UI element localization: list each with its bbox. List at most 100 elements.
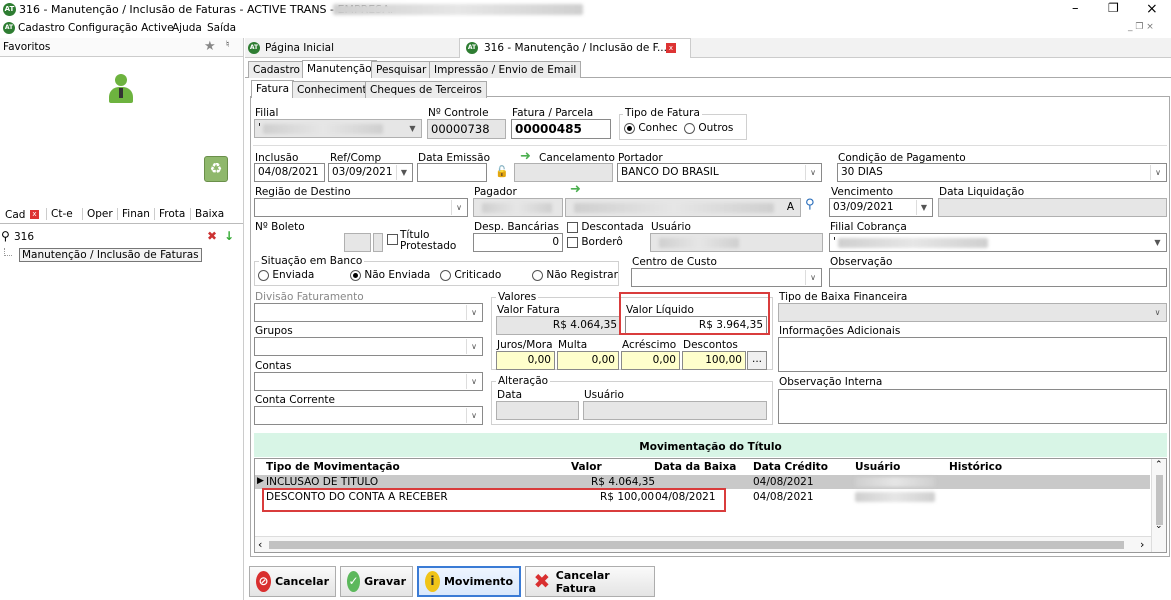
multa-field[interactable]: 0,00	[557, 351, 619, 370]
scroll-down-icon[interactable]: ⌄	[1155, 521, 1163, 531]
clear-search-icon[interactable]: ✖	[207, 229, 217, 243]
filial-cobranca-select[interactable]: ' ▼	[829, 233, 1167, 252]
favorites-header: Favoritos ★ ♮	[0, 38, 243, 57]
company-redacted	[333, 4, 583, 15]
pagador-arrow-icon[interactable]: ➜	[570, 182, 581, 197]
filial-select[interactable]: ' ▼	[254, 119, 422, 138]
tab-cte[interactable]: Ct-e	[46, 208, 73, 220]
scroll-left-icon[interactable]: ‹	[258, 538, 262, 551]
restore-icon[interactable]: ❐	[1108, 1, 1119, 15]
sit-criticado-radio[interactable]: Criticado	[440, 269, 501, 281]
alt-usuario-field	[583, 401, 767, 420]
close-tab-icon[interactable]: x	[666, 43, 676, 53]
col-historico[interactable]: Histórico	[949, 461, 1002, 473]
tab-cadastro[interactable]: Cadastro	[248, 61, 305, 78]
tab-current[interactable]: AT 316 - Manutenção / Inclusão de F... x	[459, 38, 691, 58]
regiao-select[interactable]: ∨	[254, 198, 468, 217]
minimize-icon[interactable]: –	[1072, 1, 1079, 16]
tab-cheques[interactable]: Cheques de Terceiros	[365, 81, 487, 98]
sidebar: Favoritos ★ ♮ ♻ Cad x Ct-e Oper Finan Fr…	[0, 38, 244, 600]
tab-finan[interactable]: Finan	[117, 208, 150, 220]
go-arrow-icon[interactable]: ↓	[224, 229, 234, 243]
col-valor[interactable]: Valor	[571, 461, 602, 473]
recycle-bin-icon[interactable]: ♻	[204, 156, 228, 182]
tab-frota[interactable]: Frota	[154, 208, 185, 220]
arrow-right-icon[interactable]: ➜	[520, 149, 531, 164]
sit-nao-registrar-radio[interactable]: Não Registrar	[532, 269, 618, 281]
tab-manutencao[interactable]: Manutenção	[302, 60, 377, 78]
portador-select[interactable]: BANCO DO BRASIL ∨	[617, 163, 822, 182]
app-logo-icon: AT	[3, 3, 16, 16]
vertical-scrollbar[interactable]: ⌃ ⌄	[1151, 459, 1166, 552]
centro-select[interactable]: ∨	[631, 268, 822, 287]
tab-impressao[interactable]: Impressão / Envio de Email	[429, 61, 582, 78]
tipo-outros-radio[interactable]: Outros	[684, 122, 733, 134]
observacao-field[interactable]	[829, 268, 1167, 287]
juros-field[interactable]: 0,00	[496, 351, 555, 370]
observacao-label: Observação	[830, 256, 893, 268]
tree-item[interactable]: Manutenção / Inclusão de Faturas	[19, 248, 202, 262]
col-baixa[interactable]: Data da Baixa	[654, 461, 736, 473]
col-usuario[interactable]: Usuário	[855, 461, 900, 473]
tab-pesquisar[interactable]: Pesquisar	[371, 61, 432, 78]
scroll-up-icon[interactable]: ⌃	[1155, 460, 1163, 470]
sit-enviada-radio[interactable]: Enviada	[258, 269, 314, 281]
vencimento-field[interactable]: 03/09/2021 ▼	[829, 198, 933, 217]
usuario-label: Usuário	[651, 221, 691, 233]
sit-nao-enviada-radio[interactable]: Não Enviada	[350, 269, 430, 281]
contas-select[interactable]: ∨	[254, 372, 483, 391]
tab-fatura[interactable]: Fatura	[251, 80, 295, 98]
descontada-check[interactable]: Descontada	[567, 221, 644, 233]
tab-cad[interactable]: Cad	[5, 209, 25, 221]
filial-label: Filial	[255, 107, 279, 119]
tab-oper[interactable]: Oper	[82, 208, 113, 220]
search-pagador-icon[interactable]: ⚲	[805, 197, 815, 212]
cancel-icon: ⊘	[256, 571, 272, 592]
mdi-controls[interactable]: _ ❐ ×	[1128, 22, 1154, 32]
emissao-field[interactable]	[417, 163, 487, 182]
tab-baixa[interactable]: Baixa	[190, 208, 224, 220]
tipo-conhec-radio[interactable]: Conhec	[624, 122, 678, 134]
valor-fatura-label: Valor Fatura	[497, 304, 560, 316]
acrescimo-field[interactable]: 0,00	[621, 351, 680, 370]
desp-field[interactable]: 0	[473, 233, 563, 252]
cancelar-button[interactable]: ⊘ Cancelar	[249, 566, 336, 597]
info-field[interactable]	[778, 337, 1167, 372]
cancelar-fatura-button[interactable]: ✖ Cancelar Fatura	[525, 566, 655, 597]
movimento-button[interactable]: i Movimento	[417, 566, 521, 597]
conta-corrente-select[interactable]: ∨	[254, 406, 483, 425]
pin-icon[interactable]: ♮	[226, 40, 229, 50]
obs-interna-label: Observação Interna	[779, 376, 883, 388]
boleto-label: Nº Boleto	[255, 221, 305, 233]
star-icon[interactable]: ★	[204, 39, 216, 54]
close-icon[interactable]: ×	[1146, 1, 1158, 17]
fatura-field[interactable]: 00000485	[511, 119, 611, 139]
horizontal-scrollbar[interactable]: ‹ ›	[255, 536, 1151, 552]
highlight-valor-liquido	[619, 292, 770, 335]
obs-interna-field[interactable]	[778, 389, 1167, 424]
menu-saida[interactable]: Saída	[207, 22, 236, 34]
menu-cadastro[interactable]: Cadastro	[18, 22, 65, 34]
scroll-right-icon[interactable]: ›	[1140, 538, 1144, 551]
condicao-select[interactable]: 30 DIAS ∨	[837, 163, 1167, 182]
col-credito[interactable]: Data Crédito	[753, 461, 828, 473]
titulo-protestado-check[interactable]	[387, 233, 398, 245]
bordero-check[interactable]: Borderô	[567, 236, 623, 248]
inclusao-field[interactable]: 04/08/2021	[254, 163, 325, 182]
tab-home[interactable]: Página Inicial	[265, 42, 334, 54]
close-tab-icon[interactable]: x	[30, 210, 39, 219]
refcomp-field[interactable]: 03/09/2021 ▼	[328, 163, 413, 182]
unlock-icon[interactable]: 🔓	[495, 165, 509, 178]
descontos-more-button[interactable]: ...	[747, 351, 767, 370]
gravar-button[interactable]: ✓ Gravar	[340, 566, 413, 597]
grupos-select[interactable]: ∨	[254, 337, 483, 356]
col-tipo[interactable]: Tipo de Movimentação	[266, 461, 400, 473]
table-header: Tipo de Movimentação Valor Data da Baixa…	[255, 459, 1166, 474]
pagador-label: Pagador	[474, 186, 517, 198]
menu-ajuda[interactable]: Ajuda	[172, 22, 202, 34]
descontos-field[interactable]: 100,00	[682, 351, 746, 370]
table-row[interactable]: ▶ INCLUSAO DE TITULO R$ 4.064,35 04/08/2…	[255, 475, 1150, 489]
menu-configuracao[interactable]: Configuração Active	[68, 22, 174, 34]
divisao-select[interactable]: ∨	[254, 303, 483, 322]
search-input[interactable]: 316	[14, 231, 34, 243]
